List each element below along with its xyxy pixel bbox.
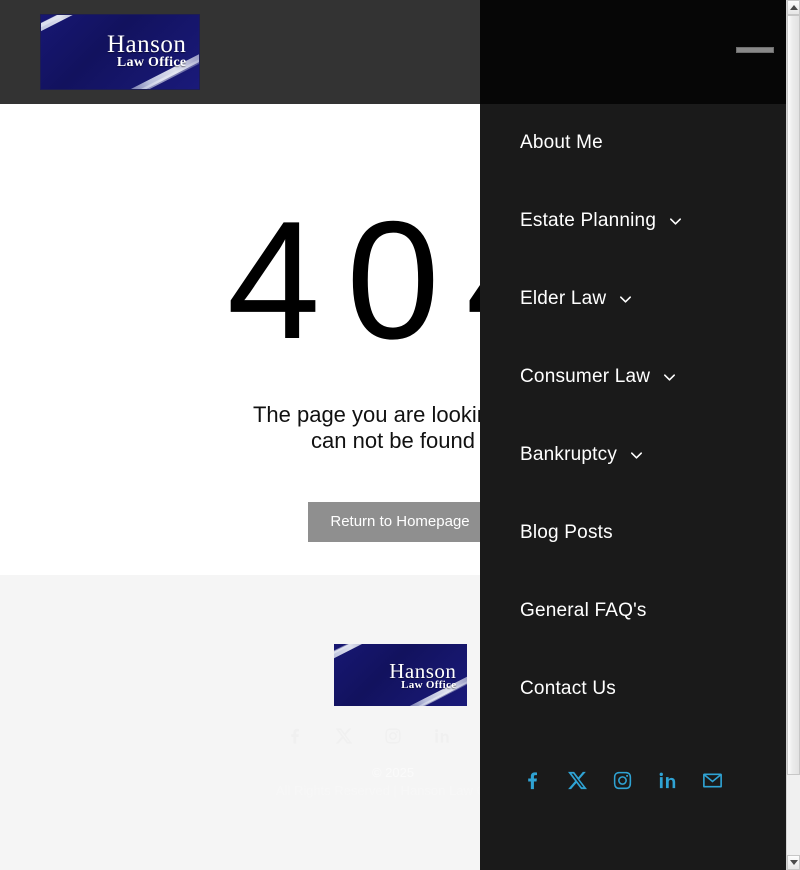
chevron-down-icon[interactable] bbox=[668, 214, 683, 229]
nav-item-elder-law[interactable]: Elder Law bbox=[480, 260, 786, 338]
return-to-homepage-button[interactable]: Return to Homepage bbox=[308, 502, 492, 542]
chevron-down-icon[interactable] bbox=[662, 370, 677, 385]
x-twitter-icon[interactable] bbox=[565, 768, 589, 792]
nav-item-label: Elder Law bbox=[520, 288, 607, 309]
page-root: 404 The page you are looking for can not… bbox=[0, 0, 800, 870]
scrollbar-up-button[interactable] bbox=[787, 0, 800, 15]
facebook-icon[interactable] bbox=[284, 725, 306, 747]
nav-item-about-me[interactable]: About Me bbox=[480, 104, 786, 182]
site-logo-secondary-text: Law Office bbox=[116, 54, 187, 70]
site-logo[interactable]: Hanson Law Office bbox=[40, 14, 200, 90]
nav-item-label: Estate Planning bbox=[520, 210, 657, 231]
logo-streak bbox=[334, 644, 370, 678]
nav-item-blog-posts[interactable]: Blog Posts bbox=[480, 494, 786, 572]
x-twitter-icon[interactable] bbox=[333, 725, 355, 747]
email-icon[interactable] bbox=[700, 768, 724, 792]
nav-item-contact-us[interactable]: Contact Us bbox=[480, 650, 786, 728]
footer-logo-secondary-text: Law Office bbox=[401, 678, 457, 691]
site-logo-artwork: Hanson Law Office bbox=[41, 15, 199, 89]
scrollbar-down-button[interactable] bbox=[787, 855, 800, 870]
logo-streak bbox=[41, 15, 84, 56]
nav-item-label: Blog Posts bbox=[520, 522, 613, 543]
nav-item-label: Bankruptcy bbox=[520, 444, 618, 465]
chevron-down-icon[interactable] bbox=[629, 448, 644, 463]
linkedin-icon[interactable] bbox=[431, 725, 453, 747]
caret-up-icon bbox=[789, 5, 798, 10]
nav-item-consumer-law[interactable]: Consumer Law bbox=[480, 338, 786, 416]
vertical-scrollbar[interactable] bbox=[786, 0, 800, 870]
footer-logo-artwork: Hanson Law Office bbox=[334, 644, 467, 706]
instagram-icon[interactable] bbox=[382, 725, 404, 747]
nav-item-estate-planning[interactable]: Estate Planning bbox=[480, 182, 786, 260]
scrollbar-thumb[interactable] bbox=[787, 15, 800, 775]
nav-item-general-faqs[interactable]: General FAQ's bbox=[480, 572, 786, 650]
footer-logo[interactable]: Hanson Law Office bbox=[334, 644, 467, 706]
linkedin-icon[interactable] bbox=[655, 768, 679, 792]
caret-down-icon bbox=[789, 860, 798, 865]
navigation-social-links bbox=[520, 768, 724, 792]
nav-item-bankruptcy[interactable]: Bankruptcy bbox=[480, 416, 786, 494]
nav-item-label: General FAQ's bbox=[520, 600, 647, 621]
browser-viewport: 404 The page you are looking for can not… bbox=[0, 0, 786, 870]
menu-toggle-button[interactable] bbox=[736, 47, 774, 53]
nav-item-label: Contact Us bbox=[520, 678, 616, 699]
nav-item-label: Consumer Law bbox=[520, 366, 651, 387]
facebook-icon[interactable] bbox=[520, 768, 544, 792]
navigation-panel: About Me Estate Planning Elder Law Consu… bbox=[480, 0, 786, 870]
instagram-icon[interactable] bbox=[610, 768, 634, 792]
nav-item-label: About Me bbox=[520, 132, 603, 153]
chevron-down-icon[interactable] bbox=[618, 292, 633, 307]
navigation-menu: About Me Estate Planning Elder Law Consu… bbox=[480, 104, 786, 728]
